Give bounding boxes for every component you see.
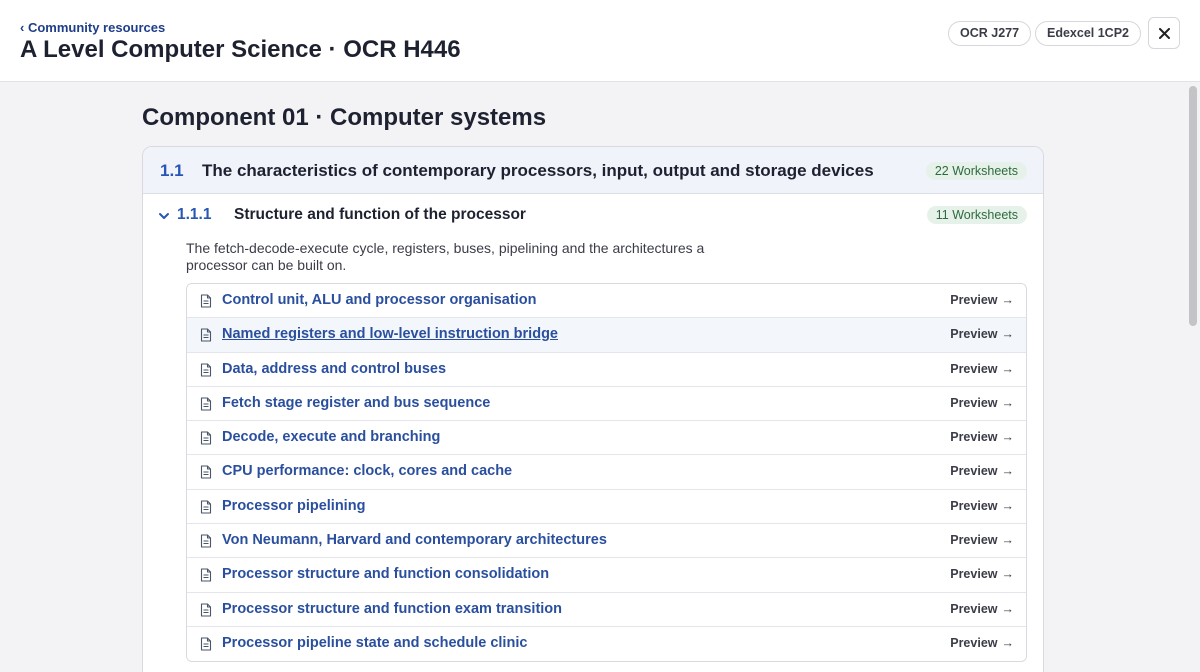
section-number: 1.1 xyxy=(160,161,184,180)
worksheet-row[interactable]: Decode, execute and branching Preview → xyxy=(187,421,1026,456)
preview-button[interactable]: Preview → xyxy=(950,362,1014,376)
section-header[interactable]: 1.1 The characteristics of contemporary … xyxy=(143,147,1043,194)
arrow-right-icon: → xyxy=(1001,601,1015,616)
subsection-title[interactable]: Structure and function of the processor xyxy=(234,206,526,224)
back-link-community-resources[interactable]: ‹ Community resources xyxy=(20,20,165,35)
worksheet-title[interactable]: Processor pipelining xyxy=(222,498,365,514)
worksheet-title[interactable]: Control unit, ALU and processor organisa… xyxy=(222,292,536,308)
worksheet-title[interactable]: Fetch stage register and bus sequence xyxy=(222,395,490,411)
preview-button[interactable]: Preview → xyxy=(950,464,1014,478)
preview-label: Preview xyxy=(950,327,998,342)
document-icon xyxy=(200,568,212,582)
worksheet-row[interactable]: Named registers and low-level instructio… xyxy=(187,318,1026,353)
worksheet-title[interactable]: Von Neumann, Harvard and contemporary ar… xyxy=(222,532,607,548)
component-title: Component 01 · Computer systems xyxy=(142,104,547,131)
preview-label: Preview xyxy=(950,293,998,307)
preview-button[interactable]: Preview → xyxy=(950,499,1014,513)
preview-label: Preview xyxy=(950,498,998,513)
document-icon xyxy=(200,603,212,617)
preview-button[interactable]: Preview → xyxy=(950,293,1014,307)
document-icon xyxy=(200,363,212,377)
arrow-right-icon: → xyxy=(1001,533,1015,548)
worksheet-row[interactable]: Processor structure and function consoli… xyxy=(187,558,1026,593)
arrow-right-icon: → xyxy=(1001,498,1015,513)
close-icon xyxy=(1158,27,1170,39)
document-icon xyxy=(200,534,212,548)
document-icon xyxy=(200,637,212,651)
worksheet-title[interactable]: Data, address and control buses xyxy=(222,361,446,377)
preview-button[interactable]: Preview → xyxy=(950,636,1014,650)
worksheet-row[interactable]: Processor pipeline state and schedule cl… xyxy=(187,626,1026,662)
arrow-right-icon: → xyxy=(1001,635,1015,650)
preview-button[interactable]: Preview → xyxy=(950,430,1014,444)
preview-label: Preview xyxy=(950,601,998,616)
preview-label: Preview xyxy=(950,567,998,582)
document-icon xyxy=(200,328,212,342)
preview-label: Preview xyxy=(950,395,998,410)
document-icon xyxy=(200,431,212,445)
preview-button[interactable]: Preview → xyxy=(950,327,1014,341)
scrollbar[interactable] xyxy=(1186,82,1200,672)
worksheet-row[interactable]: Processor structure and function exam tr… xyxy=(187,592,1026,627)
worksheet-title[interactable]: Processor pipeline state and schedule cl… xyxy=(222,635,527,651)
worksheet-row[interactable]: Processor pipelining Preview → xyxy=(187,489,1026,525)
document-icon xyxy=(200,294,212,308)
preview-label: Preview xyxy=(950,533,998,548)
preview-button[interactable]: Preview → xyxy=(950,602,1014,616)
worksheet-row[interactable]: Data, address and control buses Preview → xyxy=(187,352,1026,387)
arrow-right-icon: → xyxy=(1001,293,1015,307)
arrow-right-icon: → xyxy=(1001,361,1015,376)
preview-button[interactable]: Preview → xyxy=(950,533,1014,547)
preview-label: Preview xyxy=(950,361,998,376)
document-icon xyxy=(200,500,212,514)
document-icon xyxy=(200,397,212,411)
section-card: 1.1 The characteristics of contemporary … xyxy=(142,146,1044,672)
subsection-description: The fetch-decode-execute cycle, register… xyxy=(186,240,705,273)
worksheet-title[interactable]: Decode, execute and branching xyxy=(222,429,440,445)
arrow-right-icon: → xyxy=(1001,464,1015,479)
arrow-right-icon: → xyxy=(1001,567,1015,582)
worksheet-list: Control unit, ALU and processor organisa… xyxy=(186,283,1027,663)
document-icon xyxy=(200,465,212,480)
arrow-right-icon: → xyxy=(1001,395,1015,410)
section-title: The characteristics of contemporary proc… xyxy=(202,161,874,180)
worksheet-row[interactable]: Control unit, ALU and processor organisa… xyxy=(187,284,1026,319)
subsection-number[interactable]: 1.1.1 xyxy=(177,206,211,224)
worksheet-row[interactable]: Fetch stage register and bus sequence Pr… xyxy=(187,386,1026,422)
worksheet-title[interactable]: CPU performance: clock, cores and cache xyxy=(222,463,512,479)
preview-label: Preview xyxy=(950,464,998,479)
worksheet-title[interactable]: Named registers and low-level instructio… xyxy=(222,326,558,342)
section-worksheet-count-badge: 22 Worksheets xyxy=(925,162,1027,180)
preview-button[interactable]: Preview → xyxy=(950,567,1014,581)
top-header: ‹ Community resources A Level Computer S… xyxy=(0,0,1200,82)
worksheet-title[interactable]: Processor structure and function consoli… xyxy=(222,566,549,582)
subsection-worksheet-count-badge: 11 Worksheets xyxy=(926,206,1027,224)
worksheet-row[interactable]: Von Neumann, Harvard and contemporary ar… xyxy=(187,524,1026,559)
close-button[interactable] xyxy=(1148,17,1180,49)
pill-ocr-j277[interactable]: OCR J277 xyxy=(948,21,1032,46)
preview-button[interactable]: Preview → xyxy=(950,396,1014,410)
preview-label: Preview xyxy=(950,430,998,445)
pill-edexcel-1cp2[interactable]: Edexcel 1CP2 xyxy=(1035,21,1141,46)
page-title: A Level Computer Science · OCR H446 xyxy=(20,36,461,63)
arrow-right-icon: → xyxy=(1001,327,1015,342)
scrollbar-thumb[interactable] xyxy=(1189,86,1197,326)
arrow-right-icon: → xyxy=(1001,430,1015,445)
chevron-down-icon[interactable] xyxy=(157,209,171,223)
worksheet-title[interactable]: Processor structure and function exam tr… xyxy=(222,601,562,617)
preview-label: Preview xyxy=(950,635,998,650)
worksheet-row[interactable]: CPU performance: clock, cores and cache … xyxy=(187,455,1026,490)
